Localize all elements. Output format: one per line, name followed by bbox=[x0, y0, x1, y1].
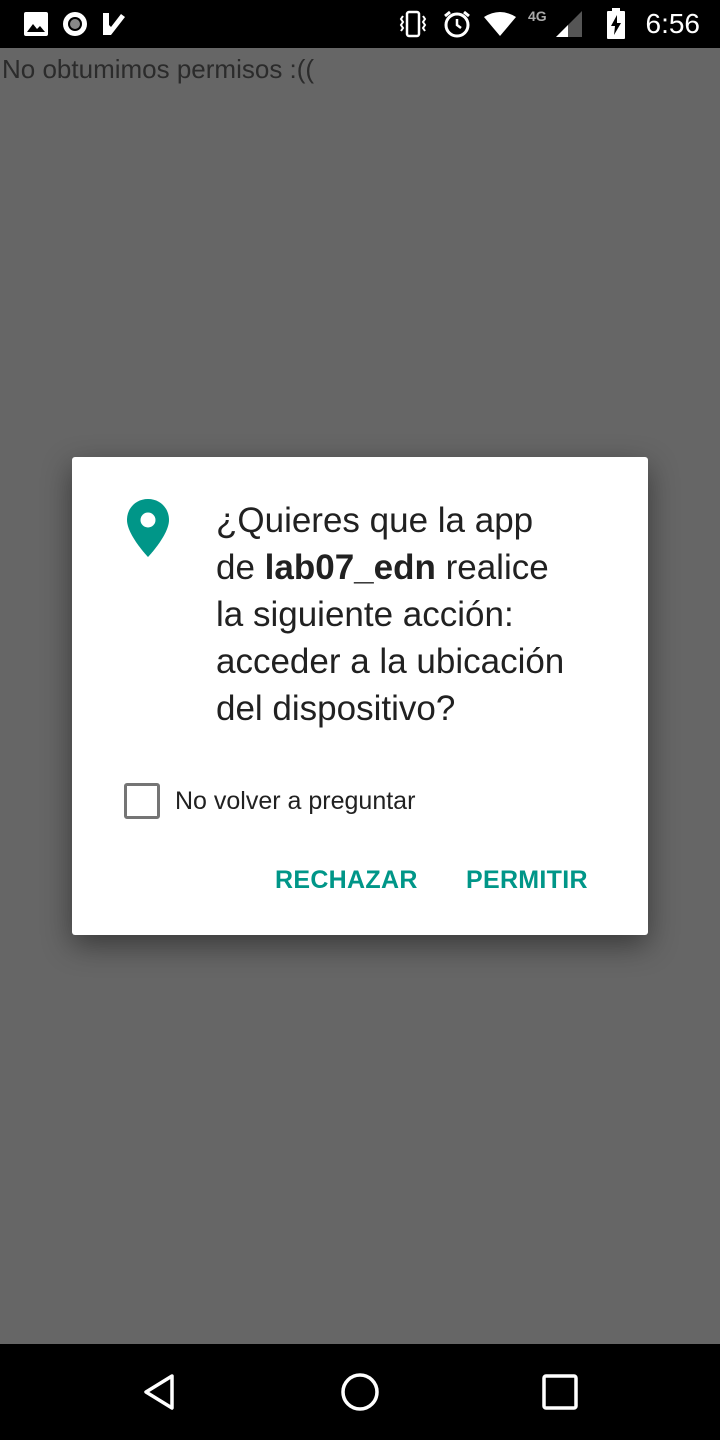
dont-ask-again-row[interactable]: No volver a preguntar bbox=[124, 781, 415, 821]
dialog-message-suffix: realice bbox=[435, 548, 549, 587]
navigation-bar bbox=[0, 1344, 720, 1440]
battery-charging-icon bbox=[604, 0, 628, 48]
dialog-message-line5: del dispositivo? bbox=[216, 689, 456, 728]
dialog-message: ¿Quieres que la app de lab07_edn realice… bbox=[216, 497, 626, 732]
dialog-message-line4: acceder a la ubicación bbox=[216, 642, 565, 681]
location-pin-icon bbox=[124, 497, 172, 561]
dialog-message-line1: ¿Quieres que la app bbox=[216, 501, 534, 540]
wifi-icon bbox=[482, 0, 518, 48]
dialog-message-line2: de lab07_edn realice bbox=[216, 544, 626, 591]
dialog-app-name: lab07_edn bbox=[264, 548, 436, 587]
dont-ask-again-checkbox[interactable] bbox=[124, 783, 160, 819]
permission-dialog: ¿Quieres que la app de lab07_edn realice… bbox=[72, 457, 648, 935]
dialog-message-prefix: de bbox=[216, 548, 265, 587]
checkmark-notification-icon bbox=[100, 0, 128, 48]
permission-denied-message: No obtumimos permisos :(( bbox=[2, 54, 315, 84]
alarm-icon bbox=[440, 0, 474, 48]
recents-icon[interactable] bbox=[536, 1368, 584, 1416]
back-icon[interactable] bbox=[136, 1368, 184, 1416]
signal-icon: 4G bbox=[526, 0, 584, 48]
dont-ask-again-label[interactable]: No volver a preguntar bbox=[175, 787, 415, 816]
status-bar: 4G 6:56 bbox=[0, 0, 720, 48]
deny-button[interactable]: RECHAZAR bbox=[275, 857, 418, 903]
status-time: 6:56 bbox=[645, 8, 701, 39]
image-notification-icon bbox=[22, 0, 50, 48]
vibrate-icon bbox=[396, 0, 430, 48]
dialog-message-line3: la siguiente acción: bbox=[216, 595, 514, 634]
record-notification-icon bbox=[60, 0, 90, 48]
home-icon[interactable] bbox=[336, 1368, 384, 1416]
allow-button[interactable]: PERMITIR bbox=[466, 857, 588, 903]
